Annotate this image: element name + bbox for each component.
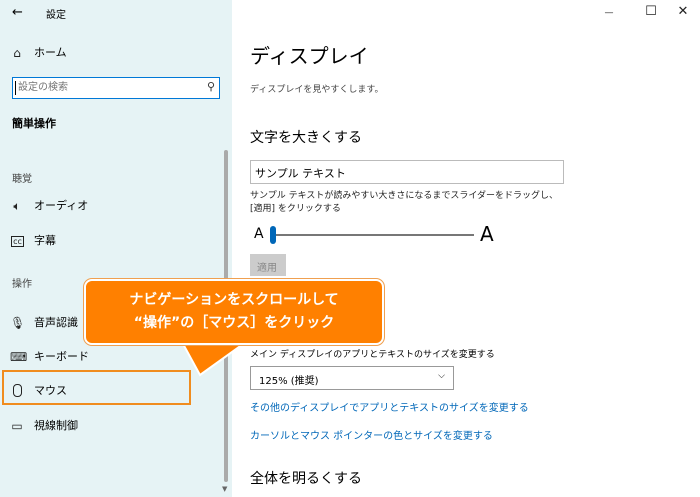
callout-line-1: ナビゲーションをスクロールして <box>129 292 339 308</box>
instructions-text: サンプル テキストが読みやすい大きさになるまでスライダーをドラッグし、[適用] … <box>250 191 558 214</box>
brightness-heading: 全体を明るくする <box>250 471 362 487</box>
captions-icon: cc <box>11 236 24 247</box>
text-cursor <box>15 81 16 95</box>
scroll-down-icon[interactable]: ▼ <box>222 485 227 493</box>
callout-bubble: ナビゲーションをスクロールして “操作”の［マウス］をクリック <box>84 279 384 345</box>
close-icon: ✕ <box>677 4 689 19</box>
apply-button-label: 適用 <box>257 263 277 274</box>
close-button[interactable]: ✕ <box>666 0 700 24</box>
sidebar-item-label: ホーム <box>34 46 67 59</box>
search-icon[interactable]: ⚲ <box>207 80 215 93</box>
group-title-interaction: 操作 <box>12 279 32 290</box>
slider-min-label: A <box>254 226 264 242</box>
slider-thumb[interactable] <box>270 226 276 244</box>
window-title: 設定 <box>46 10 66 21</box>
sidebar-item-home[interactable]: ⌂ ホーム <box>0 38 220 70</box>
microphone-icon: 🎙︎ <box>10 316 26 330</box>
sample-text: サンプル テキスト <box>255 167 346 180</box>
eye-control-icon: ▭ <box>11 419 23 433</box>
sample-text-box: サンプル テキスト <box>250 160 564 184</box>
sidebar: ← 設定 ⌂ ホーム ⚲ 簡単操作 聴覚 🔈︎ オーディオ cc 字幕 操作 🎙… <box>0 0 232 497</box>
sidebar-item-label: 字幕 <box>34 234 56 247</box>
scale-dropdown[interactable]: 125% (推奨) ⌵ <box>250 366 454 390</box>
slider-track <box>270 234 474 236</box>
back-arrow-icon[interactable]: ← <box>12 5 23 20</box>
group-title-hearing: 聴覚 <box>12 174 32 185</box>
minimize-button[interactable]: — <box>592 0 626 24</box>
sidebar-item-label: オーディオ <box>34 199 89 212</box>
scale-dropdown-value: 125% (推奨) <box>259 376 319 387</box>
text-size-heading: 文字を大きくする <box>250 130 362 146</box>
apply-button[interactable]: 適用 <box>250 254 286 276</box>
link-other-displays[interactable]: その他のディスプレイでアプリとテキストのサイズを変更する <box>250 399 529 414</box>
maximize-icon: ☐ <box>645 4 657 19</box>
minimize-icon: — <box>604 8 614 18</box>
mouse-highlight-box <box>2 370 191 405</box>
sidebar-item-eye-control[interactable]: ▭ 視線制御 <box>0 411 220 443</box>
page-title: ディスプレイ <box>250 44 369 68</box>
speaker-icon: 🔈︎ <box>13 199 21 213</box>
sidebar-item-label: 視線制御 <box>34 419 78 432</box>
text-size-slider[interactable] <box>270 226 476 244</box>
page-subtitle: ディスプレイを見やすくします。 <box>250 85 384 95</box>
chevron-down-icon: ⌵ <box>438 371 445 381</box>
maximize-button[interactable]: ☐ <box>634 0 668 24</box>
keyboard-icon: ⌨ <box>10 350 28 364</box>
scale-label: メイン ディスプレイのアプリとテキストのサイズを変更する <box>250 350 495 360</box>
slider-max-label: A <box>480 222 494 246</box>
main-content: — ☐ ✕ ディスプレイ ディスプレイを見やすくします。 文字を大きくする サン… <box>232 0 700 497</box>
search-box[interactable]: ⚲ <box>12 77 220 99</box>
sidebar-item-label: キーボード <box>34 350 89 363</box>
search-input[interactable] <box>18 80 198 95</box>
link-cursor-settings[interactable]: カーソルとマウス ポインターの色とサイズを変更する <box>250 427 493 442</box>
sidebar-item-label: 音声認識 <box>34 316 78 329</box>
sidebar-item-captions[interactable]: cc 字幕 <box>0 226 220 258</box>
home-icon: ⌂ <box>13 46 21 60</box>
sidebar-item-audio[interactable]: 🔈︎ オーディオ <box>0 191 220 223</box>
section-title: 簡単操作 <box>12 117 56 130</box>
callout-line-2: “操作”の［マウス］をクリック <box>133 315 335 331</box>
